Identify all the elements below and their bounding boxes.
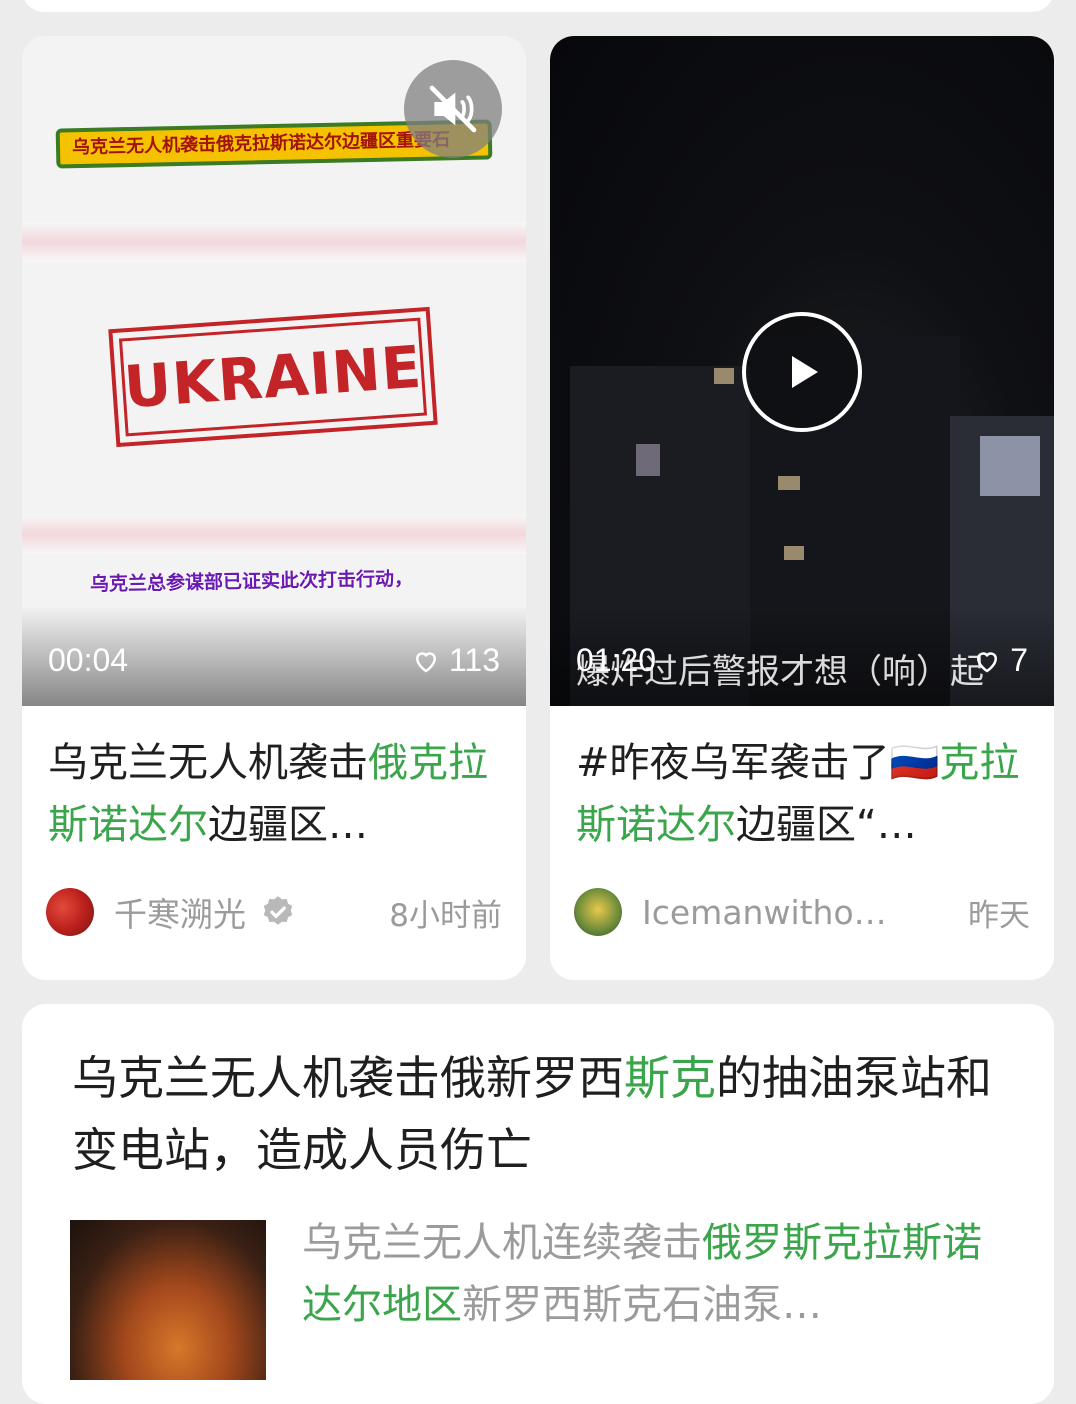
window — [778, 476, 800, 490]
article-thumbnail[interactable] — [70, 1220, 266, 1380]
like-count[interactable]: 113 — [411, 642, 500, 679]
title-text: #昨夜乌军袭击了🇷🇺 — [576, 740, 940, 786]
post-time: 昨天 — [968, 897, 1030, 934]
video-card-2[interactable]: 爆炸过后警报才想（响）起 01:20 7 #昨夜乌军袭击了🇷🇺克拉斯诺达尔边疆区… — [550, 36, 1054, 980]
title-text-rest: 边疆区“… — [736, 802, 917, 848]
window — [636, 444, 660, 476]
like-count-value: 113 — [448, 642, 500, 678]
author-row[interactable]: 千寒溯光 8小时前 — [46, 886, 502, 938]
title-text: 乌克兰无人机袭击 — [48, 740, 368, 786]
like-count-value: 7 — [1010, 642, 1028, 678]
play-button[interactable] — [742, 312, 862, 432]
video-thumbnail[interactable]: 爆炸过后警报才想（响）起 01:20 7 — [550, 36, 1054, 706]
like-count[interactable]: 7 — [972, 642, 1028, 679]
author-name[interactable]: 千寒溯光 — [114, 888, 246, 936]
video-duration: 00:04 — [48, 642, 129, 678]
heart-icon — [977, 651, 998, 672]
video-title[interactable]: 乌克兰无人机袭击俄克拉斯诺达尔边疆区… — [48, 732, 500, 856]
window — [714, 368, 734, 384]
window — [980, 436, 1040, 496]
avatar[interactable] — [574, 888, 622, 936]
article-card[interactable]: 乌克兰无人机袭击俄新罗西斯克的抽油泵站和变电站，造成人员伤亡 乌克兰无人机连续袭… — [22, 1004, 1054, 1404]
previous-card-edge — [22, 0, 1054, 12]
verified-badge-icon — [263, 896, 293, 925]
mute-button[interactable] — [404, 60, 502, 158]
article-title-text: 乌克兰无人机袭击俄新罗西 — [72, 1051, 624, 1105]
stamp-text: UKRAINE — [118, 317, 428, 437]
summary-text-rest: 新罗西斯克石油泵… — [462, 1282, 822, 1328]
video-card-1[interactable]: 乌克兰无人机袭击俄克拉斯诺达尔边疆区重要石 UKRAINE 乌克兰总参谋部已证实… — [22, 36, 526, 980]
article-title[interactable]: 乌克兰无人机袭击俄新罗西斯克的抽油泵站和变电站，造成人员伤亡 — [72, 1042, 1012, 1186]
post-time: 8小时前 — [389, 897, 502, 934]
video-duration: 01:20 — [576, 642, 657, 678]
title-text-rest: 边疆区… — [208, 802, 368, 848]
video-caption: 乌克兰总参谋部已证实此次打击行动， — [89, 567, 414, 596]
ukraine-stamp: UKRAINE — [108, 306, 438, 448]
heart-icon — [415, 651, 436, 672]
video-title[interactable]: #昨夜乌军袭击了🇷🇺克拉斯诺达尔边疆区“… — [576, 732, 1028, 856]
article-summary[interactable]: 乌克兰无人机连续袭击俄罗斯克拉斯诺达尔地区新罗西斯克石油泵… — [302, 1212, 1002, 1336]
decor-band — [22, 514, 526, 554]
author-row[interactable]: Icemanwitho… 昨天 — [574, 886, 1030, 938]
mute-icon — [429, 85, 477, 133]
decor-band — [22, 222, 526, 262]
avatar[interactable] — [46, 888, 94, 936]
window — [784, 546, 804, 560]
video-thumbnail[interactable]: 乌克兰无人机袭击俄克拉斯诺达尔边疆区重要石 UKRAINE 乌克兰总参谋部已证实… — [22, 36, 526, 706]
summary-text: 乌克兰无人机连续袭击 — [302, 1220, 702, 1266]
article-title-highlight: 斯克 — [624, 1051, 716, 1105]
author-name[interactable]: Icemanwitho… — [642, 893, 887, 932]
play-icon — [792, 356, 818, 388]
